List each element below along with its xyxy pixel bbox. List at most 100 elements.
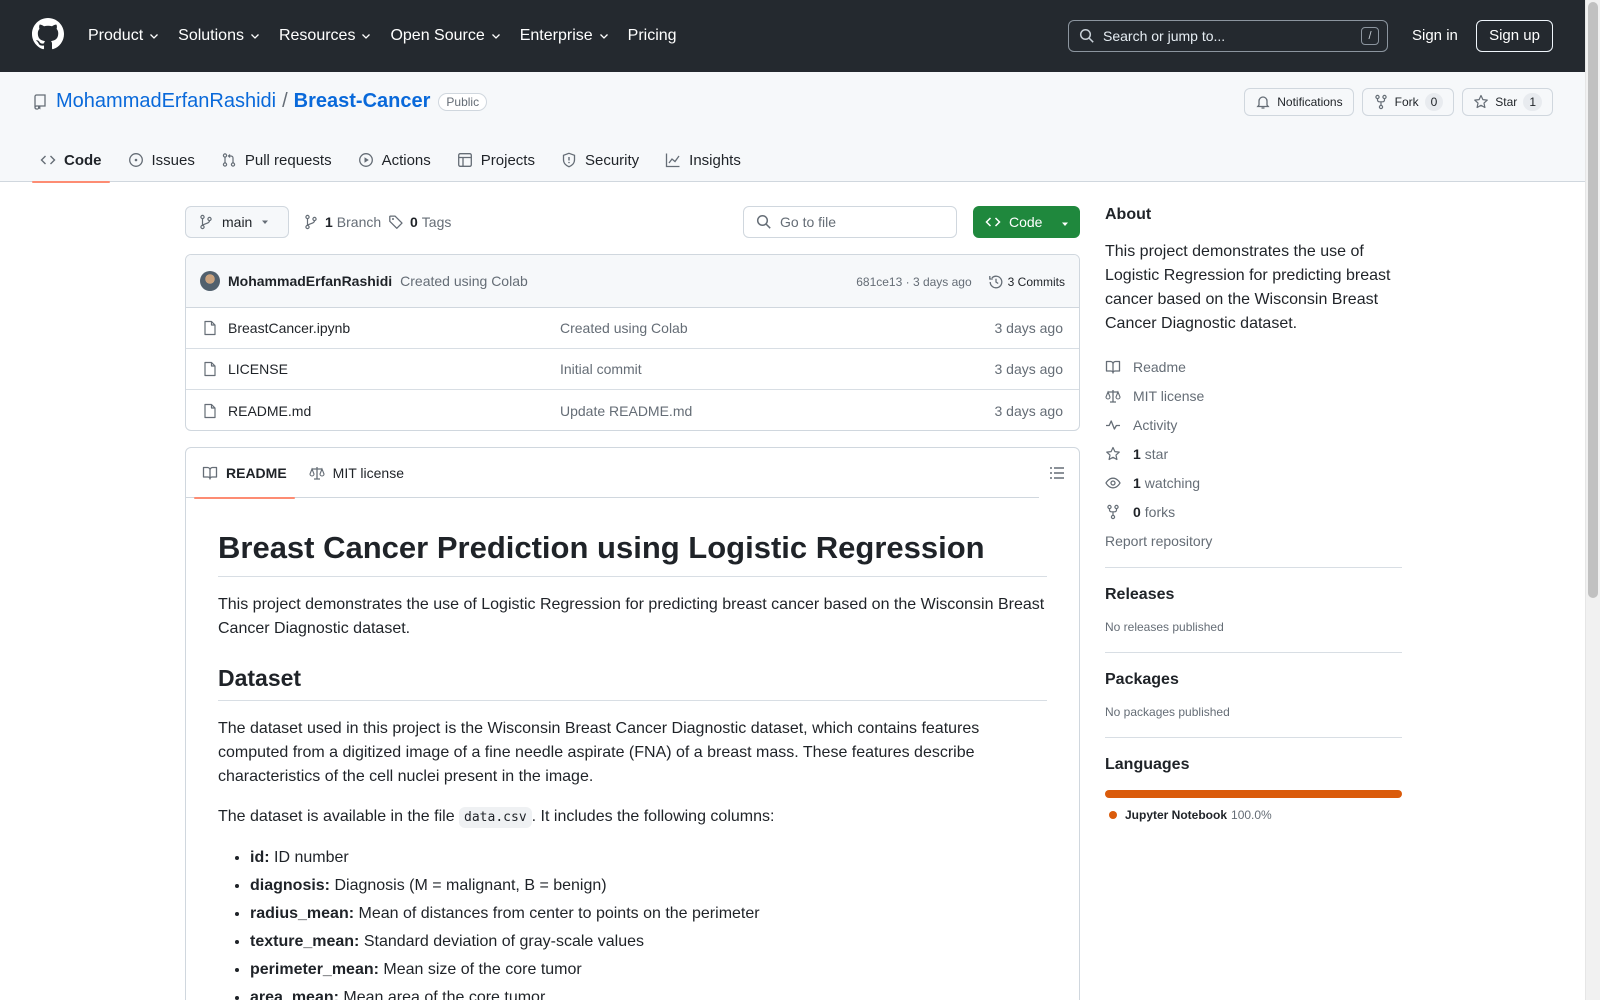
stars-count: 1 xyxy=(1133,445,1141,462)
dataset-description: The dataset used in this project is the … xyxy=(218,720,980,785)
fork-count: 0 xyxy=(1424,93,1444,111)
releases-empty-text: No releases published xyxy=(1105,620,1224,634)
language-item[interactable]: Jupyter Notebook 100.0% xyxy=(1105,808,1402,822)
avatar[interactable] xyxy=(200,271,220,291)
nav-label: Resources xyxy=(278,27,356,44)
star-button[interactable]: Star 1 xyxy=(1462,88,1553,116)
readme-link[interactable]: Readme xyxy=(1105,352,1402,381)
column-desc: Mean size of the core tumor xyxy=(378,961,582,978)
sign-in-link[interactable]: Sign in xyxy=(1412,27,1458,44)
language-color-dot xyxy=(1109,811,1117,819)
forks-link[interactable]: 0 forks xyxy=(1105,497,1402,526)
tab-license[interactable]: MIT license xyxy=(301,448,412,498)
tags-link[interactable]: 0 Tags xyxy=(388,206,451,238)
tab-projects[interactable]: Projects xyxy=(449,138,543,182)
file-icon xyxy=(204,320,216,336)
branch-select-button[interactable]: main xyxy=(185,206,289,238)
file-name-link[interactable]: README.md xyxy=(228,403,560,419)
go-to-file-input[interactable]: Go to file xyxy=(743,206,957,238)
sign-up-button[interactable]: Sign up xyxy=(1476,20,1553,52)
graph-icon xyxy=(666,153,680,168)
star-icon xyxy=(1474,94,1489,109)
search-icon xyxy=(1079,28,1094,43)
file-icon xyxy=(204,361,216,377)
file-commit-message[interactable]: Update README.md xyxy=(560,403,692,419)
tab-actions[interactable]: Actions xyxy=(350,138,439,182)
tab-readme[interactable]: README xyxy=(194,448,295,499)
global-search-input[interactable]: Search or jump to... / xyxy=(1068,20,1388,52)
list-item: texture_mean: Standard deviation of gray… xyxy=(250,930,1047,954)
latest-commit: MohammadErfanRashidi Created using Colab… xyxy=(186,255,1079,308)
activity-link[interactable]: Activity xyxy=(1105,410,1402,439)
column-key: area_mean: xyxy=(250,989,339,1000)
text-span: The dataset is available in the file xyxy=(218,808,460,825)
global-nav: Product Solutions Resources Open Source … xyxy=(88,0,695,72)
github-logo-icon[interactable] xyxy=(32,18,64,50)
file-name-link[interactable]: BreastCancer.ipynb xyxy=(228,320,560,336)
repo-name-link[interactable]: Breast-Cancer xyxy=(294,90,431,113)
repo-actions: Notifications Fork 0 Star 1 xyxy=(1236,88,1553,116)
watching-label: watching xyxy=(1144,474,1201,491)
branch-bar: main 1 Branch 0 Tags Go to file Code xyxy=(185,206,1080,238)
file-commit-message[interactable]: Initial commit xyxy=(560,361,642,377)
file-age: 3 days ago xyxy=(994,320,1064,336)
nav-label: Pricing xyxy=(627,27,677,44)
watchers-link[interactable]: 1 watching xyxy=(1105,468,1402,497)
commits-history-link[interactable]: 3 Commits xyxy=(988,274,1065,290)
repo-title: MohammadErfanRashidi / Breast-Cancer Pub… xyxy=(32,90,488,113)
nav-product[interactable]: Product xyxy=(88,27,160,45)
activity-label: Activity xyxy=(1133,416,1178,433)
page-scrollbar-thumb[interactable] xyxy=(1588,2,1598,598)
nav-resources[interactable]: Resources xyxy=(279,27,372,45)
license-link[interactable]: MIT license xyxy=(1105,381,1402,410)
tab-insights[interactable]: Insights xyxy=(657,138,749,182)
about-description: This project demonstrates the use of Log… xyxy=(1105,243,1391,332)
languages-heading: Languages xyxy=(1105,756,1190,773)
forks-label: forks xyxy=(1144,503,1176,520)
tab-pull-requests[interactable]: Pull requests xyxy=(213,138,340,182)
repo-icon xyxy=(34,93,46,110)
list-unordered-icon[interactable] xyxy=(1049,465,1065,481)
dataset-file-paragraph: The dataset is available in the file dat… xyxy=(218,805,1047,830)
chevron-down-icon xyxy=(150,34,159,39)
table-row: LICENSE Initial commit 3 days ago xyxy=(186,349,1079,390)
tab-code[interactable]: Code xyxy=(32,138,110,183)
star-label: Star xyxy=(1495,95,1518,109)
search-placeholder: Search or jump to... xyxy=(1103,28,1226,44)
releases-heading[interactable]: Releases xyxy=(1105,586,1402,604)
tag-label: Tags xyxy=(421,214,452,230)
global-header: Product Solutions Resources Open Source … xyxy=(0,0,1585,72)
branches-link[interactable]: 1 Branch xyxy=(303,206,381,238)
tab-label: Issues xyxy=(151,151,195,169)
tab-issues[interactable]: Issues xyxy=(120,138,203,182)
notifications-button[interactable]: Notifications xyxy=(1244,88,1354,116)
stars-link[interactable]: 1 star xyxy=(1105,439,1402,468)
fork-button[interactable]: Fork 0 xyxy=(1361,88,1455,116)
code-dropdown-button[interactable]: Code xyxy=(973,206,1080,238)
nav-pricing[interactable]: Pricing xyxy=(628,27,677,45)
nav-open-source[interactable]: Open Source xyxy=(390,27,501,45)
tab-label: Pull requests xyxy=(244,151,332,169)
packages-heading[interactable]: Packages xyxy=(1105,671,1402,689)
file-name-link[interactable]: LICENSE xyxy=(228,361,560,377)
packages-empty-text: No packages published xyxy=(1105,705,1230,719)
tab-security[interactable]: Security xyxy=(553,138,647,182)
commit-message-link[interactable]: Created using Colab xyxy=(400,273,528,289)
file-commit-message[interactable]: Created using Colab xyxy=(560,320,688,336)
nav-solutions[interactable]: Solutions xyxy=(178,27,261,45)
book-icon xyxy=(1105,360,1121,374)
repo-owner-link[interactable]: MohammadErfanRashidi xyxy=(56,90,276,113)
tag-icon xyxy=(389,215,403,229)
commit-hash-age[interactable]: 681ce13 · 3 days ago xyxy=(856,275,971,289)
chevron-down-icon xyxy=(599,34,608,39)
repo-tabs: Code Issues Pull requests Actions Projec… xyxy=(32,138,759,183)
list-item: area_mean: Mean area of the core tumor xyxy=(250,986,1047,1000)
commit-author-link[interactable]: MohammadErfanRashidi xyxy=(228,273,392,289)
language-percent: 100.0% xyxy=(1231,808,1272,822)
report-repository-link[interactable]: Report repository xyxy=(1105,526,1402,555)
column-desc: Mean of distances from center to points … xyxy=(354,905,760,922)
readme-title: Breast Cancer Prediction using Logistic … xyxy=(218,530,1047,577)
forks-count: 0 xyxy=(1133,503,1141,520)
chevron-down-icon xyxy=(251,34,259,39)
nav-enterprise[interactable]: Enterprise xyxy=(520,27,610,45)
